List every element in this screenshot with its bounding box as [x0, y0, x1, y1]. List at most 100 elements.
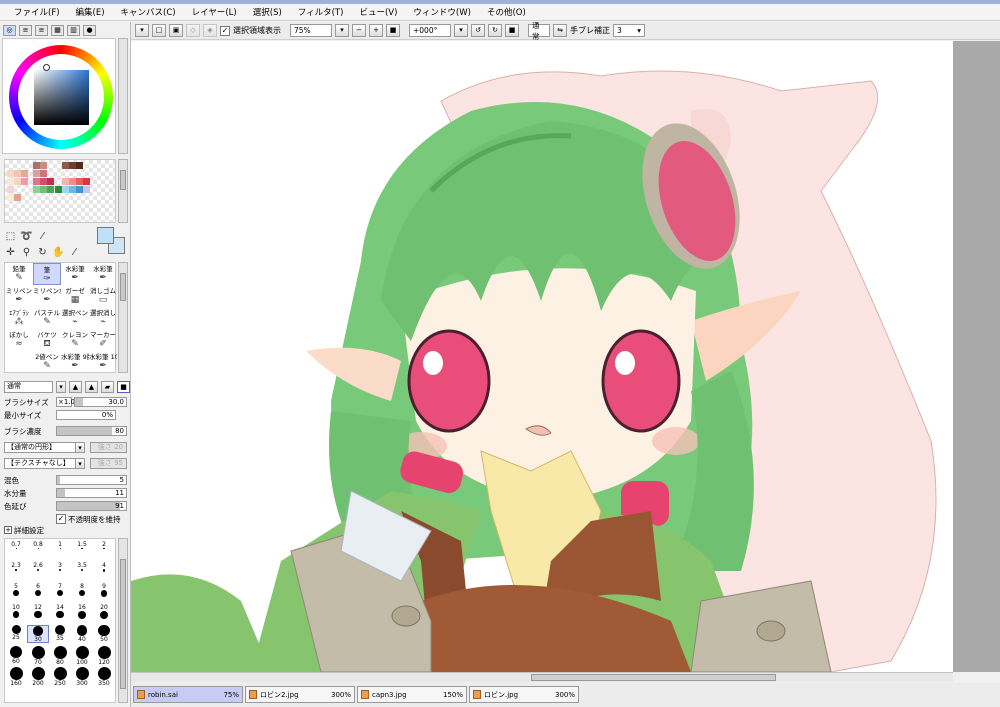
brush-size-preset[interactable]: 100: [71, 646, 93, 666]
swatch-scrollbar[interactable]: [118, 159, 128, 223]
brush-size-preset[interactable]: 14: [49, 604, 71, 622]
brush-shape-sharp-icon[interactable]: ▲: [69, 381, 82, 393]
rotate-reset-button[interactable]: ■: [505, 24, 519, 37]
brush-tool[interactable]: ｴｱﾌﾞﾗｼ ⁂: [5, 307, 33, 329]
brush-size-slider[interactable]: 30.0: [74, 397, 127, 407]
color-swatch[interactable]: [33, 162, 40, 169]
move-icon[interactable]: ✛: [4, 246, 17, 259]
brush-tool[interactable]: 水彩筆 9版✒: [61, 351, 89, 373]
brush-size-preset[interactable]: 5: [5, 583, 27, 601]
color-swatch[interactable]: [69, 178, 76, 185]
min-size-slider[interactable]: 0%: [56, 410, 116, 420]
brush-size-preset[interactable]: 16: [71, 604, 93, 622]
scratchpad-tab-icon[interactable]: ●: [83, 25, 96, 36]
color-swatch[interactable]: [21, 178, 28, 185]
canvas-tab[interactable]: ロビン2.jpg 300%: [245, 686, 355, 703]
color-swatch[interactable]: [40, 170, 47, 177]
brush-size-preset[interactable]: 12: [27, 604, 49, 622]
menu-edit[interactable]: 編集(E): [68, 6, 113, 18]
zoom-in-button[interactable]: +: [369, 24, 383, 37]
menu-file[interactable]: ファイル(F): [6, 6, 68, 18]
brush-tool[interactable]: 選択消し ⌁: [89, 307, 117, 329]
brush-size-preset[interactable]: 2: [93, 541, 115, 559]
color-swatch[interactable]: [69, 162, 76, 169]
brush-size-preset[interactable]: 7: [49, 583, 71, 601]
color-swatch[interactable]: [40, 186, 47, 193]
size-grid-scrollbar[interactable]: [118, 538, 128, 703]
advanced-settings-label[interactable]: 詳細設定: [14, 525, 44, 536]
expand-icon[interactable]: +: [4, 526, 12, 534]
color-swatch[interactable]: [62, 186, 69, 193]
brush-tool[interactable]: ガーゼ ▦: [61, 285, 89, 307]
stretch-slider[interactable]: 91: [56, 501, 127, 511]
color-swatch[interactable]: [7, 194, 14, 201]
zoom-fit-button[interactable]: ■: [386, 24, 400, 37]
texture-dropdown[interactable]: 【テクスチャなし】: [4, 458, 82, 469]
brush-tool[interactable]: 消しゴム ▭: [89, 285, 117, 307]
zoom-icon[interactable]: ⚲: [20, 246, 33, 259]
brush-tool[interactable]: 水彩筆 ✒: [61, 263, 89, 285]
canvas-tab[interactable]: robin.sai 75%: [133, 686, 243, 703]
brush-size-preset[interactable]: 250: [49, 667, 71, 687]
brush-shape-square-icon[interactable]: ■: [117, 381, 130, 393]
lasso-icon[interactable]: ➰: [20, 230, 33, 243]
brush-size-preset[interactable]: 50: [93, 625, 115, 643]
transform-button[interactable]: ◇: [186, 24, 200, 37]
canvas-tab[interactable]: capn3.jpg 150%: [357, 686, 467, 703]
color-swatch[interactable]: [47, 186, 54, 193]
color-swatch[interactable]: [76, 186, 83, 193]
color-swatch[interactable]: [76, 162, 83, 169]
deselect-button[interactable]: □: [152, 24, 166, 37]
density-slider[interactable]: 80: [56, 426, 127, 436]
chevron-down-icon[interactable]: ▾: [75, 442, 85, 453]
color-swatch[interactable]: [40, 178, 47, 185]
zoom-out-button[interactable]: −: [352, 24, 366, 37]
magic-wand-icon[interactable]: ⁄: [36, 230, 49, 243]
rotate-right-button[interactable]: ↻: [488, 24, 502, 37]
color-swatch[interactable]: [33, 178, 40, 185]
brush-size-preset[interactable]: 10: [5, 604, 27, 622]
saturation-value-square[interactable]: [34, 70, 89, 125]
water-slider[interactable]: 11: [56, 488, 127, 498]
brush-tool[interactable]: 選択ペン ⌁: [61, 307, 89, 329]
brush-tool[interactable]: 鉛筆 ✎: [5, 263, 33, 285]
color-swatch[interactable]: [7, 178, 14, 185]
rotation-select[interactable]: +000°: [409, 24, 451, 37]
stabilizer-select[interactable]: 3 ▾: [613, 24, 645, 37]
rgb-slider-tab-icon[interactable]: ≡: [19, 25, 32, 36]
keep-opacity-checkbox[interactable]: ✓: [56, 514, 66, 524]
color-swatch[interactable]: [83, 186, 90, 193]
color-swatch[interactable]: [14, 178, 21, 185]
invert-selection-button[interactable]: ▣: [169, 24, 183, 37]
hand-icon[interactable]: ✋: [52, 246, 65, 259]
brush-size-preset[interactable]: 35: [49, 625, 71, 643]
color-palette-tab-icon[interactable]: ▦: [51, 25, 64, 36]
brush-size-preset[interactable]: 160: [5, 667, 27, 687]
chevron-down-icon[interactable]: ▾: [75, 458, 85, 469]
brush-tool[interactable]: ミリペン ✒: [5, 285, 33, 307]
color-swatch[interactable]: [14, 170, 21, 177]
brush-grid-scrollbar[interactable]: [118, 262, 128, 373]
flip-button[interactable]: ⇋: [553, 24, 567, 37]
hsv-slider-tab-icon[interactable]: ≡: [35, 25, 48, 36]
brush-tool[interactable]: クレヨン ✎: [61, 329, 89, 351]
canvas[interactable]: [131, 41, 953, 672]
brush-tool[interactable]: 2値ペン ✎: [33, 351, 61, 373]
brush-size-preset[interactable]: 2.6: [27, 562, 49, 580]
blend-mode-select[interactable]: 通常: [528, 21, 550, 41]
brush-size-preset[interactable]: 3: [49, 562, 71, 580]
color-swatch[interactable]: [55, 186, 62, 193]
brush-size-preset[interactable]: 2.3: [5, 562, 27, 580]
brush-size-preset[interactable]: 25: [5, 625, 27, 643]
menu-window[interactable]: ウィンドウ(W): [405, 6, 479, 18]
brush-size-preset[interactable]: 4: [93, 562, 115, 580]
color-swatch[interactable]: [7, 186, 14, 193]
brush-shape-mid-icon[interactable]: ▲: [85, 381, 98, 393]
brush-size-preset[interactable]: 1.5: [71, 541, 93, 559]
brush-size-preset[interactable]: 70: [27, 646, 49, 666]
brush-size-preset[interactable]: 350: [93, 667, 115, 687]
brush-size-preset[interactable]: 30: [27, 625, 49, 643]
color-swatch[interactable]: [33, 186, 40, 193]
brush-tool[interactable]: パステル ✎: [33, 307, 61, 329]
color-swatch[interactable]: [14, 194, 21, 201]
